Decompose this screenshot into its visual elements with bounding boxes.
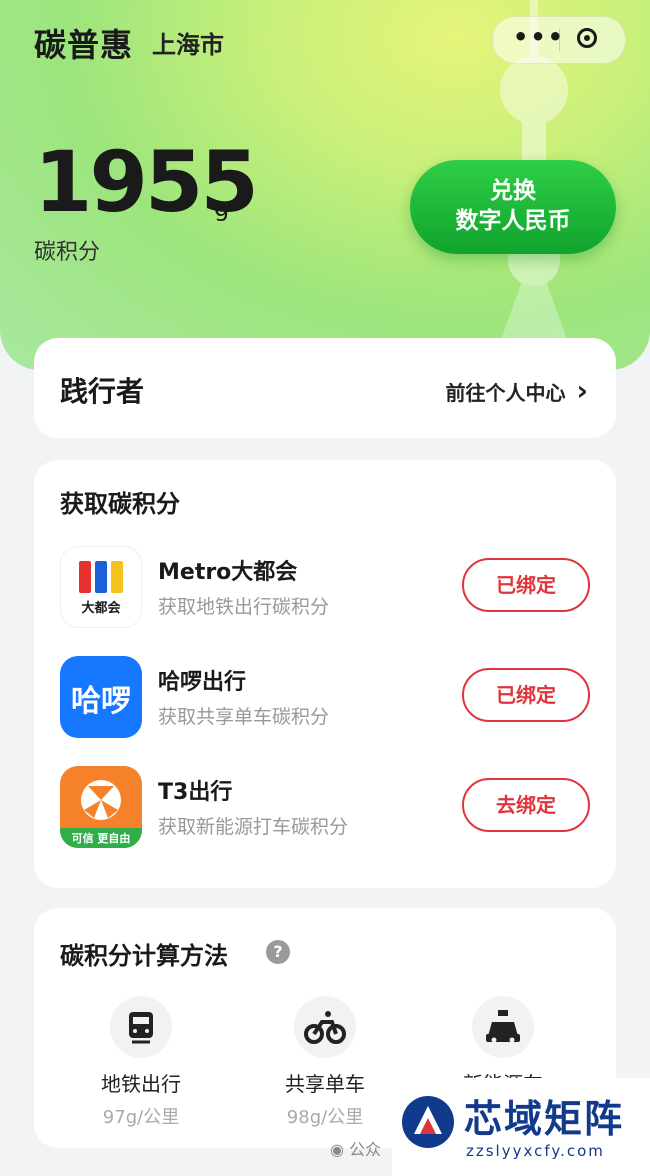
brand-logo-icon <box>402 1096 454 1148</box>
section-title: 获取碳积分 <box>60 490 180 518</box>
hello-bind-button[interactable]: 已绑定 <box>462 668 590 722</box>
bike-icon <box>294 996 356 1058</box>
profile-card[interactable]: 践行者 前往个人中心 › <box>34 338 616 438</box>
metro-icon <box>110 996 172 1058</box>
app-description: 获取新能源打车碳积分 <box>158 816 349 838</box>
t3-bind-button[interactable]: 去绑定 <box>462 778 590 832</box>
brand-watermark: 芯域矩阵 zzslyyxcfy.com <box>392 1078 650 1176</box>
method-bike: 共享单车 98g/公里 <box>250 996 400 1129</box>
brand-name: 芯域矩阵 <box>464 1096 625 1141</box>
metro-bind-button[interactable]: 已绑定 <box>462 558 590 612</box>
method-value: 98g/公里 <box>286 1107 364 1128</box>
exchange-ecny-button[interactable]: 兑换 数字人民币 <box>410 160 616 254</box>
method-label: 地铁出行 <box>101 1072 181 1096</box>
exchange-button-line2: 数字人民币 <box>455 208 571 234</box>
close-miniprogram-icon[interactable] <box>577 28 597 48</box>
method-label: 共享单车 <box>285 1072 365 1096</box>
capsule-divider <box>559 29 560 51</box>
city-selector[interactable]: 上海市 <box>152 25 224 60</box>
carbon-points-label: 碳积分 <box>34 240 101 265</box>
carbon-points-unit: g <box>214 194 230 222</box>
hello-icon-text: 哈啰 <box>71 684 131 719</box>
list-item: 可信 更自由 T3出行 获取新能源打车碳积分 去绑定 <box>60 766 590 852</box>
method-value: 97g/公里 <box>102 1107 180 1128</box>
hero-banner: 碳普惠 上海市 ••• 1955 g 碳积分 兑换 数字人民币 <box>0 0 650 370</box>
app-description: 获取地铁出行碳积分 <box>158 596 330 618</box>
list-item: 大都会 Metro大都会 获取地铁出行碳积分 已绑定 <box>60 546 590 632</box>
brand-url: zzslyyxcfy.com <box>466 1142 605 1160</box>
app-name: T3出行 <box>158 780 233 805</box>
t3-app-icon: 可信 更自由 <box>60 766 142 848</box>
watermark-text: 公众 <box>349 1140 382 1159</box>
app-name: 哈啰出行 <box>158 670 247 695</box>
wechat-watermark: ◉ 公众 <box>330 1136 381 1160</box>
metro-app-icon: 大都会 <box>60 546 142 628</box>
list-item: 哈啰 哈啰出行 获取共享单车碳积分 已绑定 <box>60 656 590 742</box>
user-level-name: 践行者 <box>60 375 145 408</box>
metro-icon-text: 大都会 <box>81 601 121 616</box>
chevron-right-icon: › <box>576 374 588 407</box>
app-name: Metro大都会 <box>158 560 298 585</box>
wechat-icon: ◉ <box>330 1140 344 1159</box>
help-icon[interactable]: ? <box>266 940 290 964</box>
miniprogram-capsule: ••• <box>492 16 626 64</box>
method-metro: 地铁出行 97g/公里 <box>66 996 216 1129</box>
exchange-button-line1: 兑换 <box>490 178 536 204</box>
personal-center-label: 前往个人中心 <box>445 381 566 405</box>
t3-icon-text: 可信 更自由 <box>71 832 131 845</box>
app-description: 获取共享单车碳积分 <box>158 706 330 728</box>
section-title: 碳积分计算方法 <box>60 942 228 970</box>
hello-app-icon: 哈啰 <box>60 656 142 738</box>
taxi-icon <box>472 996 534 1058</box>
earn-points-card: 获取碳积分 大都会 Metro大都会 获取地铁出行碳积分 已绑定 哈啰 哈啰出行… <box>34 460 616 888</box>
personal-center-link[interactable]: 前往个人中心 › <box>445 374 588 407</box>
more-menu-icon[interactable]: ••• <box>513 23 565 51</box>
app-title: 碳普惠 <box>34 26 134 64</box>
